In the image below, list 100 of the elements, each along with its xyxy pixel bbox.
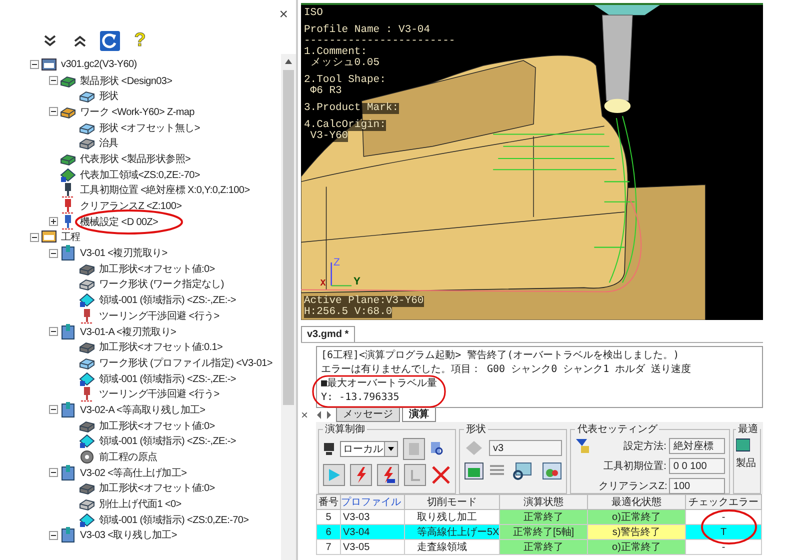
expander-toggle[interactable] <box>49 468 58 478</box>
table-cell: V3-05 <box>340 540 404 554</box>
status-cell: 正常終了 <box>500 540 588 554</box>
output-tab[interactable]: メッセージ <box>336 408 400 422</box>
table-cell: 6 <box>316 524 340 540</box>
message-line: エラーは有りませんでした。項目： G00 シャンク0 シャンク1 ホルダ 送り速度 <box>321 363 692 377</box>
tree-item[interactable]: 加工形状<オフセット値:0.1> <box>99 340 223 354</box>
status-cell: s)警告終了 <box>588 524 686 540</box>
region-icon <box>79 370 95 387</box>
table-cell: 走査線領域 <box>404 540 500 554</box>
expander-toggle[interactable] <box>49 327 58 336</box>
tree-item[interactable]: V3-02 <等高仕上げ加工> <box>80 466 187 480</box>
expander-toggle[interactable] <box>49 405 58 414</box>
double-chevron-down-icon[interactable] <box>43 34 57 48</box>
column-header[interactable]: 切削モード <box>404 494 500 510</box>
tree-item[interactable]: 加工形状<オフセット値:0> <box>99 262 215 276</box>
window-icon[interactable] <box>736 438 750 452</box>
status-cell: o)正常終了 <box>588 510 686 524</box>
tree-item[interactable]: 工程 <box>61 230 80 244</box>
tree-item[interactable]: 領域-001 (領域指示) <ZS:-,ZE:-> <box>99 372 236 386</box>
highlight-ellipse <box>700 509 758 545</box>
viewport-info-text: 2.Tool Shape: <box>304 75 386 86</box>
tree-item[interactable]: 加工形状<オフセット値:0> <box>99 418 215 433</box>
tree-item[interactable]: 形状 <box>99 89 118 104</box>
viewport-status-text: H:256.5 V:68.0 <box>304 307 392 318</box>
tree-item[interactable]: ツーリング干渉回避 <行う> <box>99 308 220 323</box>
status-cell: 正常終了[5軸] <box>500 524 588 540</box>
table-cell: 7 <box>316 540 340 554</box>
tree-item[interactable]: ワーク形状 (ワーク指定なし) <box>99 277 224 292</box>
expander-toggle[interactable] <box>49 248 58 258</box>
tree-item[interactable]: 代表加工領域<ZS:0,ZE:-70> <box>80 168 200 182</box>
tree-item[interactable]: 工具初期位置 <絶対座標 X:0,Y:0,Z:100> <box>80 183 250 198</box>
tree-item[interactable]: 領域-001 (領域指示) <ZS:0,ZE:-70> <box>99 512 249 527</box>
column-header[interactable]: チェックエラー <box>686 494 762 510</box>
axis-label: Z <box>333 257 340 270</box>
setting-field[interactable]: 0 0 100 <box>669 458 725 474</box>
process-icon <box>41 229 57 246</box>
window-icon[interactable] <box>464 462 484 480</box>
tree-item[interactable]: v301.gc2(V3-Y60) <box>61 59 137 70</box>
table-cell: - <box>686 540 762 554</box>
target-dropdown[interactable]: ローカル <box>340 441 398 457</box>
tool-icon <box>60 182 76 198</box>
expander-toggle[interactable] <box>49 217 58 226</box>
tree-item[interactable]: V3-03 <取り残し加工> <box>80 528 177 542</box>
tree-item[interactable]: 代表形状 <製品形状参照> <box>80 152 191 166</box>
setting-field[interactable]: 絶対座標 <box>669 438 725 454</box>
search-icon[interactable] <box>430 441 444 457</box>
scrollbar[interactable] <box>281 54 296 560</box>
step-icon <box>60 324 76 340</box>
table-cell: V3-04 <box>340 524 404 540</box>
document-tab[interactable]: v3.gmd * <box>301 326 355 342</box>
tree-item[interactable]: クリアランスZ <Z:100> <box>80 199 182 214</box>
tree-item[interactable]: ツーリング干渉回避 <行う> <box>99 387 220 402</box>
axis-label: Y <box>354 276 360 289</box>
expander-toggle[interactable] <box>30 232 39 242</box>
tree-item[interactable]: 製品形状 <Design03> <box>80 74 172 88</box>
tree-item[interactable]: 治具 <box>99 136 118 150</box>
tree-item[interactable]: V3-01-A <複刃荒取り> <box>80 324 176 339</box>
tree-item[interactable]: 領域-001 (領域指示) <ZS:-,ZE:-> <box>99 293 236 308</box>
expander-toggle[interactable] <box>49 107 58 116</box>
output-tab[interactable]: 演算 <box>402 408 436 422</box>
tree-item[interactable]: 形状 <オフセット無し> <box>99 120 200 135</box>
column-header[interactable]: 演算状態 <box>500 494 588 510</box>
run-step-button[interactable] <box>350 464 372 486</box>
close-icon[interactable]: × <box>279 6 288 22</box>
tree-item[interactable]: 前工程の原点 <box>99 450 158 464</box>
group-title: 形状 <box>465 422 487 436</box>
close-icon[interactable] <box>431 465 451 485</box>
field-label: クリアランスZ: <box>598 480 666 493</box>
tree-item[interactable]: ワーク形状 (プロファイル指定) <V3-01> <box>99 356 272 370</box>
refresh-icon[interactable] <box>100 31 120 51</box>
lightning-icon <box>381 467 395 483</box>
tree-item[interactable]: 別仕上げ代面1 <0> <box>99 497 182 512</box>
scroll-up-icon[interactable] <box>285 58 292 64</box>
tree-item[interactable]: 加工形状<オフセット値:0> <box>99 481 215 496</box>
expander-toggle[interactable] <box>49 76 58 86</box>
tree-item[interactable]: ワーク <Work-Y60> Z-map <box>80 104 194 119</box>
tree-item[interactable]: V3-02-A <等高取り残し加工> <box>80 402 206 417</box>
run-all-button[interactable] <box>377 464 399 486</box>
column-header[interactable]: プロファイル <box>340 494 404 510</box>
tree-item[interactable]: 領域-001 (領域指示) <ZS:-,ZE:-> <box>99 434 236 448</box>
tree-item[interactable]: V3-01 <複刃荒取り> <box>80 246 168 260</box>
shape-icon <box>464 438 484 458</box>
column-header[interactable]: 番号 <box>316 494 340 510</box>
status-cell: 正常終了 <box>500 510 588 524</box>
close-icon[interactable]: × <box>301 408 316 422</box>
expander-toggle[interactable] <box>30 60 39 70</box>
window-arrows-icon[interactable] <box>542 462 562 480</box>
double-chevron-up-icon[interactable] <box>73 34 87 48</box>
region-icon <box>79 512 95 528</box>
setting-field[interactable]: 100 <box>669 478 725 494</box>
window-search-icon[interactable] <box>512 462 532 480</box>
message-line: Y: -13.796335 <box>321 391 400 405</box>
tab-scroll-arrows-icon[interactable] <box>316 411 332 419</box>
shape-field[interactable]: v3 <box>489 440 562 456</box>
run-button[interactable] <box>323 464 345 486</box>
viewport-info-text: 4.CalcOrigin: <box>304 120 386 131</box>
column-header[interactable]: 最適化状態 <box>588 494 686 510</box>
axis-label: X <box>320 278 326 289</box>
expander-toggle[interactable] <box>49 530 58 540</box>
